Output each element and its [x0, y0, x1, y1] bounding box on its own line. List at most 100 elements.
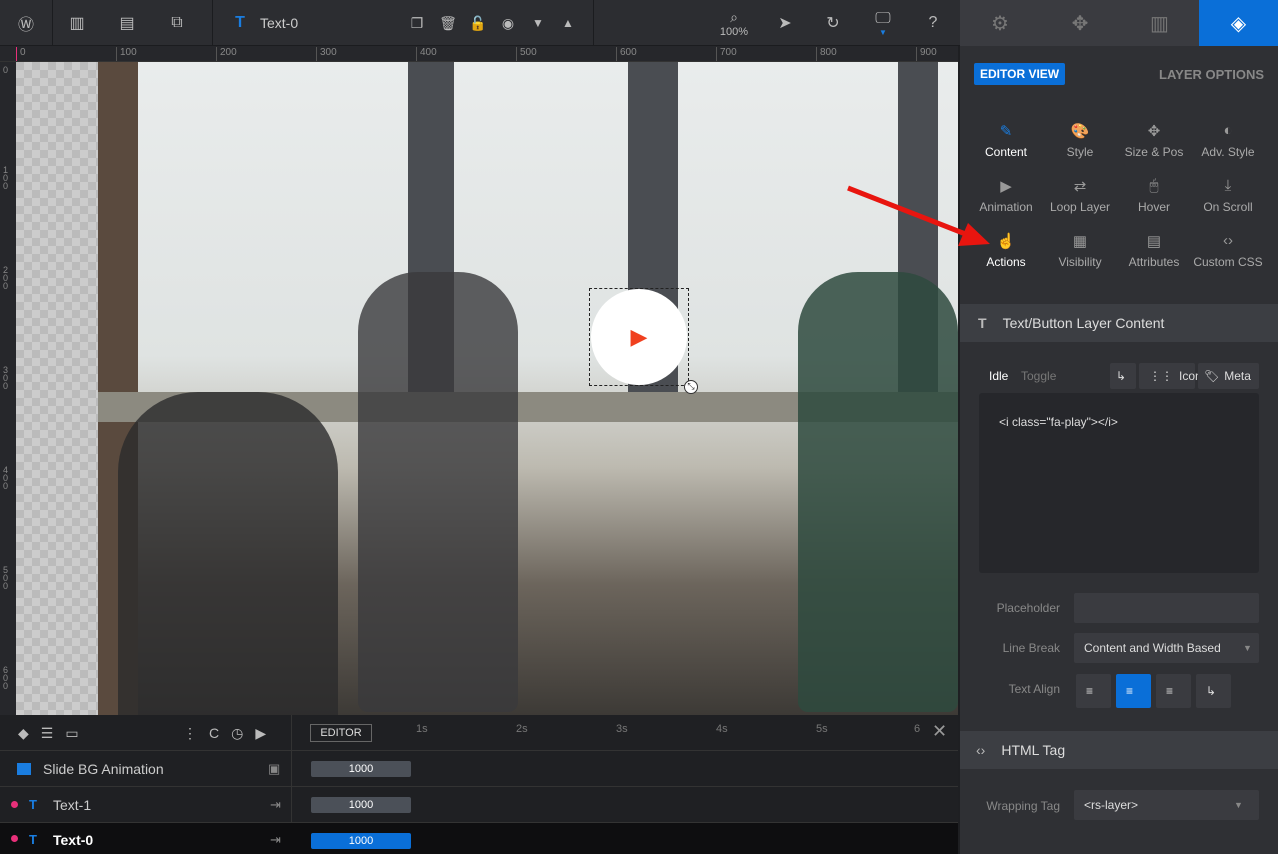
- align-left-button[interactable]: ≡: [1076, 674, 1111, 708]
- desktop-icon[interactable]: 🖵 ▼: [868, 0, 898, 46]
- duration-bar[interactable]: 1000: [311, 761, 411, 777]
- option-icon: ✥: [1147, 123, 1161, 140]
- html-tag-section-header[interactable]: ‹› HTML Tag: [960, 731, 1278, 769]
- option-hover[interactable]: 🖱 Hover: [1116, 177, 1192, 214]
- meta-label: Meta: [1224, 369, 1251, 383]
- option-adv-style[interactable]: ◐ Adv. Style: [1190, 122, 1266, 159]
- wrapping-tag-label: Wrapping Tag: [986, 799, 1060, 813]
- move-up-icon[interactable]: ▲: [556, 0, 580, 46]
- columns-icon[interactable]: ▥: [62, 0, 92, 46]
- help-icon[interactable]: ?: [918, 0, 948, 46]
- undo-icon[interactable]: ↻: [818, 0, 848, 46]
- align-reset-button[interactable]: ↳: [1196, 674, 1231, 708]
- text-layer-icon: T: [29, 832, 37, 847]
- duration-bar[interactable]: 1000: [311, 797, 411, 813]
- layer-options-label[interactable]: LAYER OPTIONS: [1159, 67, 1264, 82]
- wordpress-icon[interactable]: Ⓦ: [0, 0, 52, 46]
- option-icon: ▦: [1072, 233, 1088, 250]
- code-icon: ‹›: [976, 742, 986, 758]
- time-tick: 2s: [516, 723, 528, 735]
- section-title: HTML Tag: [1001, 742, 1066, 758]
- timeline-row[interactable]: T Text-1 ⇥ 1000: [0, 786, 958, 822]
- content-section-header[interactable]: T Text/Button Layer Content: [960, 304, 1278, 342]
- text-layer-icon: T: [29, 797, 37, 812]
- trash-icon[interactable]: 🗑: [436, 0, 460, 46]
- ruler-tick: 600: [3, 665, 9, 691]
- align-end-icon[interactable]: ⇥: [270, 832, 281, 848]
- settings-tab[interactable]: ⚙: [960, 0, 1040, 46]
- layer-name: Text-0: [260, 15, 299, 31]
- text-layer-icon: T: [235, 14, 245, 31]
- time-tick: 1s: [416, 723, 428, 735]
- ruler-tick: 400: [416, 47, 437, 61]
- ruler-tick: 700: [716, 47, 737, 61]
- select-value: Content and Width Based: [1084, 641, 1221, 655]
- add-layer-icon[interactable]: ⧉: [162, 0, 192, 46]
- ruler-tick: 300: [3, 365, 9, 391]
- toggle-tab[interactable]: Toggle: [1021, 369, 1056, 383]
- selected-layer-frame[interactable]: ▶ ⤡: [589, 288, 698, 394]
- option-on-scroll[interactable]: ⤓ On Scroll: [1190, 177, 1266, 214]
- line-break-select[interactable]: Content and Width Based ▼: [1074, 633, 1259, 663]
- eye-icon[interactable]: ◉: [496, 0, 520, 46]
- ruler-tick: 800: [816, 47, 837, 61]
- icon-button[interactable]: ⋮⋮ Icon: [1139, 363, 1202, 389]
- slides-tab[interactable]: ▥: [1120, 0, 1199, 46]
- placeholder-label: Placeholder: [996, 601, 1060, 615]
- timeline-tools-left[interactable]: ◆☰▭: [18, 725, 91, 742]
- placeholder-input[interactable]: [1074, 593, 1259, 623]
- timeline-row-selected[interactable]: T Text-0 ⇥ 1000: [0, 822, 958, 854]
- timeline-tools-right[interactable]: ⋮C◷▶: [183, 725, 278, 742]
- zoom-button[interactable]: ⌕ 100%: [714, 0, 754, 46]
- magnifier-icon: ⌕: [730, 8, 738, 25]
- align-center-button[interactable]: ≡: [1116, 674, 1151, 708]
- line-break-label: Line Break: [1002, 641, 1060, 655]
- wrapping-tag-select[interactable]: <rs-layer> ▼: [1074, 790, 1259, 820]
- resize-handle-icon[interactable]: ⤡: [684, 380, 698, 394]
- option-attributes[interactable]: ▤ Attributes: [1116, 232, 1192, 269]
- content-textarea[interactable]: <i class="fa-play"></i>: [979, 393, 1259, 573]
- idle-tab[interactable]: Idle: [989, 369, 1008, 383]
- vertical-ruler: 0 100 200 300 400 500 600: [0, 62, 16, 715]
- play-icon[interactable]: ▶: [591, 289, 687, 385]
- slide-background-image[interactable]: [98, 62, 958, 715]
- option-size-pos[interactable]: ✥ Size & Pos: [1116, 122, 1192, 159]
- cursor-icon[interactable]: ➤: [770, 0, 800, 46]
- option-icon: ◐: [1223, 122, 1233, 139]
- option-content[interactable]: ✎ Content: [968, 122, 1044, 159]
- editor-view-button[interactable]: EDITOR VIEW: [974, 63, 1066, 85]
- align-end-icon[interactable]: ⇥: [270, 797, 281, 813]
- navigation-tab[interactable]: ✥: [1040, 0, 1120, 46]
- option-label: On Scroll: [1203, 200, 1253, 214]
- option-label: Hover: [1137, 200, 1170, 214]
- line-break-icon[interactable]: ↳: [1110, 363, 1136, 389]
- slide-image-icon[interactable]: ▤: [112, 0, 142, 46]
- ruler-tick: 200: [216, 47, 237, 61]
- row-label: Text-1: [53, 797, 92, 813]
- bg-icon[interactable]: ▣: [268, 761, 280, 777]
- lock-icon[interactable]: 🔓: [466, 0, 490, 46]
- marker-dot: [11, 801, 18, 808]
- move-down-icon[interactable]: ▼: [526, 0, 550, 46]
- ruler-tick: 200: [3, 265, 9, 291]
- duration-bar[interactable]: 1000: [311, 833, 411, 849]
- layers-tab[interactable]: ◈: [1199, 0, 1278, 46]
- duplicate-icon[interactable]: ❐: [405, 0, 429, 46]
- time-tick: 4s: [716, 723, 728, 735]
- horizontal-ruler: 0 100 200 300 400 500 600 700 800 900: [0, 46, 958, 62]
- timeline-row[interactable]: Slide BG Animation ▣ 1000: [0, 750, 958, 786]
- align-right-button[interactable]: ≡: [1156, 674, 1191, 708]
- zoom-level: 100%: [719, 25, 749, 38]
- option-custom-css[interactable]: ‹› Custom CSS: [1190, 232, 1266, 269]
- option-style[interactable]: 🎨 Style: [1042, 122, 1118, 159]
- editor-button[interactable]: EDITOR: [310, 724, 372, 742]
- right-panel: ⚙ ✥ ▥ ◈ EDITOR VIEW LAYER OPTIONS ✎ Conte…: [960, 0, 1278, 854]
- ruler-tick: 500: [516, 47, 537, 61]
- close-icon[interactable]: ✕: [932, 721, 947, 742]
- option-visibility[interactable]: ▦ Visibility: [1042, 232, 1118, 269]
- option-label: Content: [984, 145, 1028, 159]
- meta-button[interactable]: 🏷 Meta: [1198, 363, 1259, 389]
- option-loop-layer[interactable]: ⇄ Loop Layer: [1042, 177, 1118, 214]
- option-icon: ‹›: [1223, 232, 1233, 249]
- ruler-tick: 100: [116, 47, 137, 61]
